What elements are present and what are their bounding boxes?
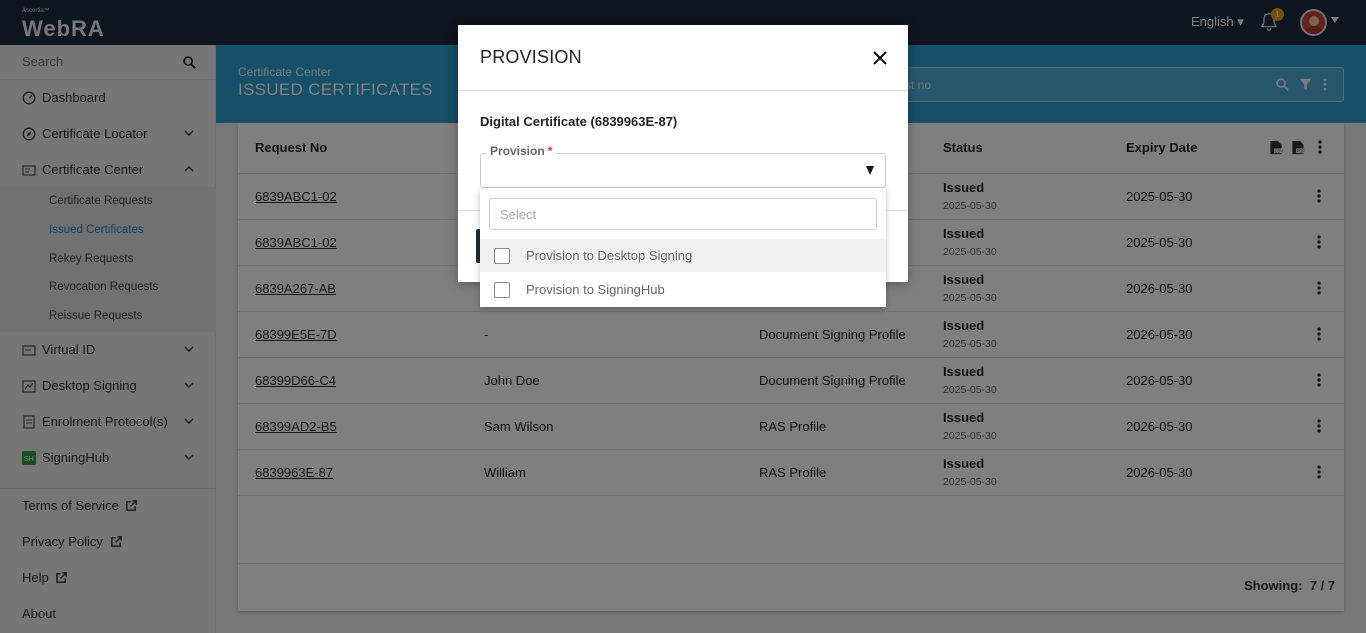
- option-provision-desktop-signing[interactable]: Provision to Desktop Signing: [480, 239, 886, 272]
- provision-label-text: Provision: [490, 144, 545, 158]
- certificate-subtitle: Digital Certificate (6839963E-87): [480, 114, 678, 129]
- provision-select[interactable]: [480, 153, 886, 188]
- checkbox[interactable]: [494, 282, 510, 298]
- option-provision-signinghub[interactable]: Provision to SigningHub: [480, 273, 886, 306]
- required-marker: *: [547, 144, 553, 158]
- dialog-title: PROVISION: [480, 47, 582, 67]
- provision-field-label: Provision *: [486, 144, 557, 158]
- option-label: Provision to Desktop Signing: [526, 248, 693, 263]
- provision-dropdown-menu: Provision to Desktop Signing Provision t…: [480, 188, 886, 307]
- dialog-header-divider: [458, 90, 908, 91]
- dropdown-caret-icon[interactable]: [866, 166, 874, 175]
- option-label: Provision to SigningHub: [526, 282, 665, 297]
- dropdown-search-input[interactable]: [489, 198, 877, 230]
- close-icon[interactable]: [872, 50, 888, 66]
- checkbox[interactable]: [494, 248, 510, 264]
